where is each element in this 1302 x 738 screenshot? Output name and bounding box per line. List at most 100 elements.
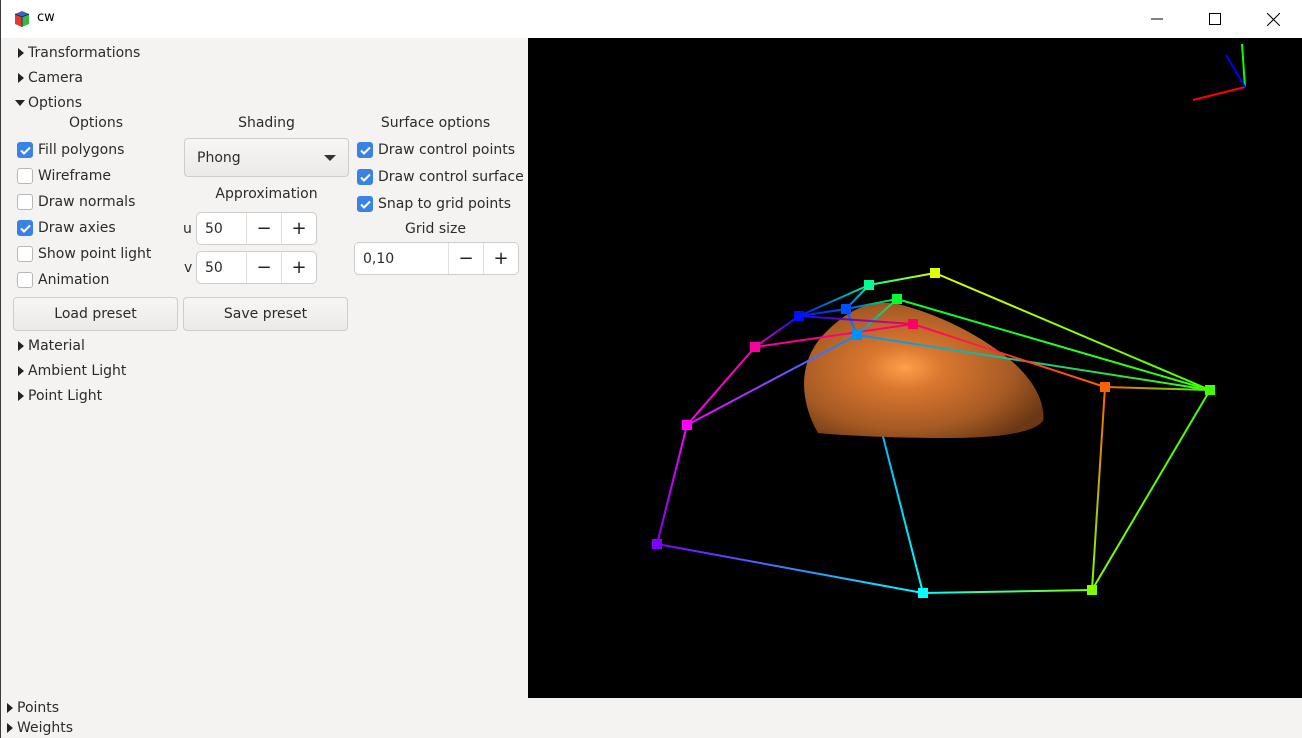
scene-canvas[interactable] <box>528 38 1302 698</box>
section-transformations[interactable]: Transformations <box>18 43 140 63</box>
grid-size-spinner[interactable]: 0,10 − + <box>354 242 519 275</box>
x-axis-line <box>1192 86 1246 101</box>
checkbox-label: Animation <box>38 272 110 288</box>
close-button[interactable] <box>1244 0 1302 38</box>
section-label: Material <box>28 338 85 354</box>
section-weights[interactable]: Weights <box>7 718 73 738</box>
minimize-button[interactable] <box>1128 0 1186 38</box>
close-icon <box>1266 12 1280 26</box>
title-bar: cw <box>1 0 1302 38</box>
checkbox-label: Fill polygons <box>38 142 125 158</box>
control-edge-p21-p20 <box>1091 386 1106 591</box>
v-spinner[interactable]: 50 − + <box>196 251 317 284</box>
control-point-p01[interactable] <box>682 420 692 430</box>
u-decrement-button[interactable]: − <box>246 213 281 244</box>
section-point-light[interactable]: Point Light <box>18 386 102 406</box>
checkbox-unchecked-icon <box>17 168 33 184</box>
checkbox-checked-icon <box>17 220 33 236</box>
section-label: Transformations <box>28 45 141 61</box>
grid-size-input[interactable]: 0,10 <box>355 243 448 274</box>
expand-arrow-icon <box>7 703 13 713</box>
rubik-cube-icon <box>14 11 30 27</box>
maximize-button[interactable] <box>1186 0 1244 38</box>
control-point-p10[interactable] <box>918 588 928 598</box>
section-label: Weights <box>17 720 74 736</box>
checkbox-checked-icon <box>357 169 373 185</box>
expand-arrow-icon <box>18 391 24 401</box>
approximation-header: Approximation <box>215 186 318 202</box>
checkbox-unchecked-icon <box>17 272 33 288</box>
grid-size-increment-button[interactable]: + <box>483 243 518 274</box>
checkbox-draw-normals[interactable]: Draw normals <box>17 192 135 212</box>
v-label: v <box>184 260 193 276</box>
section-options[interactable]: Options <box>15 93 82 113</box>
control-edge-p00-p10 <box>656 543 924 594</box>
control-panel: Transformations Camera Options Options F… <box>2 38 528 698</box>
u-spinner[interactable]: 50 − + <box>196 212 317 245</box>
control-point-p03[interactable] <box>794 311 804 321</box>
section-label: Point Light <box>28 388 103 404</box>
checkbox-unchecked-icon <box>17 194 33 210</box>
shading-selected-value: Phong <box>197 149 241 166</box>
control-edge-p20-p30 <box>1091 389 1211 591</box>
collapse-arrow-icon <box>15 100 25 106</box>
load-preset-button[interactable]: Load preset <box>13 297 178 331</box>
grid-size-decrement-button[interactable]: − <box>448 243 483 274</box>
expand-arrow-icon <box>18 341 24 351</box>
checkbox-draw-control-surface[interactable]: Draw control surface <box>357 167 524 187</box>
checkbox-animation[interactable]: Animation <box>17 270 109 290</box>
save-preset-button[interactable]: Save preset <box>183 297 348 331</box>
section-points[interactable]: Points <box>7 698 59 718</box>
control-point-p00[interactable] <box>652 539 662 549</box>
section-label: Camera <box>28 70 83 86</box>
options-header: Options <box>68 115 124 131</box>
control-point-p22[interactable] <box>908 319 918 329</box>
control-point-p33[interactable] <box>930 268 940 278</box>
control-point-p23[interactable] <box>892 294 902 304</box>
checkbox-fill-polygons[interactable]: Fill polygons <box>17 140 124 160</box>
checkbox-label: Draw axies <box>38 220 116 236</box>
u-label: u <box>183 221 192 237</box>
chevron-down-icon <box>324 155 336 161</box>
checkbox-label: Show point light <box>38 246 152 262</box>
expand-arrow-icon <box>18 73 24 83</box>
section-label: Options <box>28 95 83 111</box>
control-point-p02[interactable] <box>750 342 760 352</box>
expand-arrow-icon <box>7 723 13 733</box>
checkbox-show-point-light[interactable]: Show point light <box>17 244 151 264</box>
control-edge-p13-p33 <box>868 272 936 286</box>
section-material[interactable]: Material <box>18 336 85 356</box>
checkbox-label: Draw control points <box>378 142 515 158</box>
control-point-p30[interactable] <box>1205 385 1215 395</box>
3d-viewport[interactable] <box>528 38 1302 698</box>
control-edge-p10-p20 <box>922 589 1093 594</box>
checkbox-label: Snap to grid points <box>378 196 512 212</box>
u-increment-button[interactable]: + <box>281 213 316 244</box>
checkbox-draw-axies[interactable]: Draw axies <box>17 218 116 238</box>
v-value-input[interactable]: 50 <box>197 252 246 283</box>
surface-options-header: Surface options <box>380 115 491 131</box>
control-point-p21[interactable] <box>1100 382 1110 392</box>
checkbox-snap-to-grid[interactable]: Snap to grid points <box>357 194 511 214</box>
shading-dropdown[interactable]: Phong <box>184 138 349 177</box>
shading-header: Shading <box>238 115 295 131</box>
control-point-p11[interactable] <box>852 330 862 340</box>
expand-arrow-icon <box>18 48 24 58</box>
control-point-p12[interactable] <box>841 304 851 314</box>
section-camera[interactable]: Camera <box>18 68 83 88</box>
v-decrement-button[interactable]: − <box>246 252 281 283</box>
checkbox-draw-control-points[interactable]: Draw control points <box>357 140 515 160</box>
checkbox-checked-icon <box>357 142 373 158</box>
v-increment-button[interactable]: + <box>281 252 316 283</box>
section-label: Points <box>17 700 60 716</box>
checkbox-wireframe[interactable]: Wireframe <box>17 166 111 186</box>
control-point-p20[interactable] <box>1087 585 1097 595</box>
u-value-input[interactable]: 50 <box>197 213 246 244</box>
section-ambient-light[interactable]: Ambient Light <box>18 361 126 381</box>
checkbox-checked-icon <box>17 142 33 158</box>
checkbox-unchecked-icon <box>17 246 33 262</box>
expand-arrow-icon <box>18 366 24 376</box>
control-point-p13[interactable] <box>864 280 874 290</box>
section-label: Ambient Light <box>28 363 127 379</box>
checkbox-label: Wireframe <box>38 168 112 184</box>
